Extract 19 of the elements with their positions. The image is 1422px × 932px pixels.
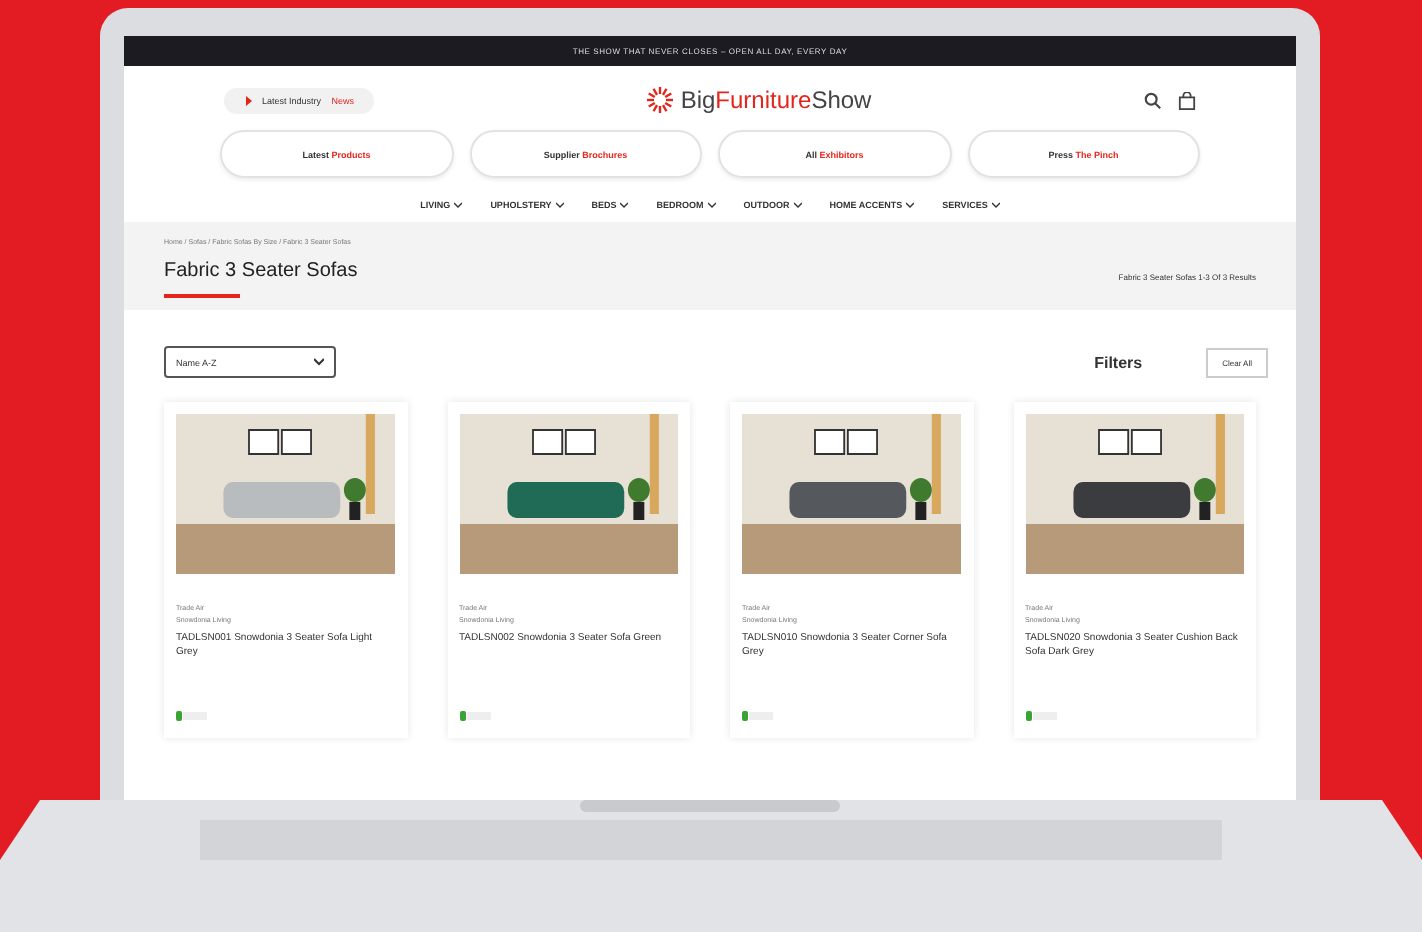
caret-icon: [707, 202, 716, 208]
caret-icon: [454, 202, 463, 208]
logo-text[interactable]: BigFurnitureShow: [680, 86, 872, 114]
search-icon[interactable]: [1143, 91, 1162, 109]
bag-icon[interactable]: [1177, 91, 1196, 109]
play-icon: [244, 95, 254, 105]
caret-icon: [906, 202, 915, 208]
compare-toggle-icon[interactable]: [459, 710, 491, 722]
filters-heading: Filters: [1094, 353, 1143, 371]
caret-icon: [793, 202, 802, 208]
caret-icon: [555, 202, 564, 208]
compare-toggle-icon[interactable]: [176, 710, 208, 722]
caret-icon: [620, 202, 629, 208]
compare-toggle-icon[interactable]: [742, 710, 774, 722]
caret-icon: [314, 358, 324, 366]
sunburst-logo-icon: [646, 86, 675, 114]
caret-icon: [991, 202, 1000, 208]
page-title: Fabric 3 Seater Sofas: [164, 260, 358, 282]
compare-toggle-icon[interactable]: [1025, 710, 1057, 722]
